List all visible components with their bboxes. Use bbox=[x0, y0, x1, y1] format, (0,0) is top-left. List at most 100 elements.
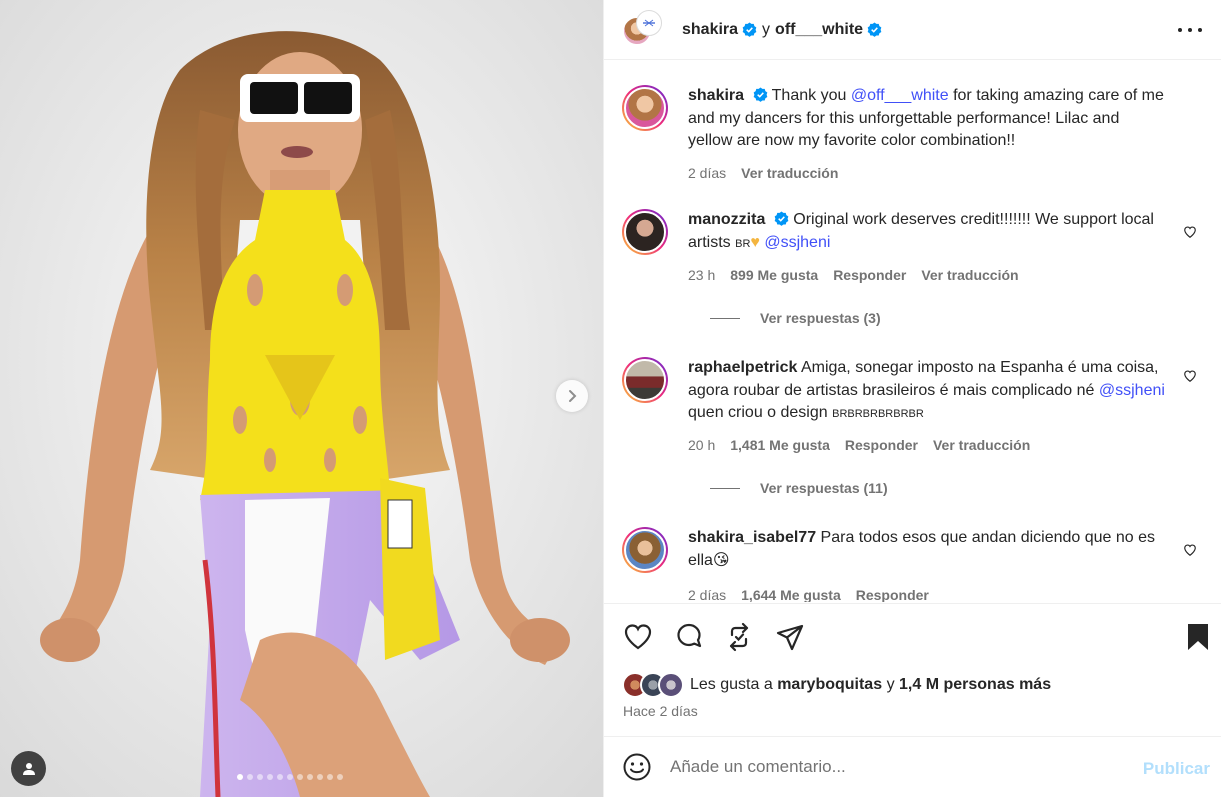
post-photo bbox=[0, 0, 603, 797]
flag-text: BRBRBRBRBRBR bbox=[832, 408, 924, 420]
avatar[interactable] bbox=[622, 357, 668, 403]
comment-composer: Publicar bbox=[604, 736, 1221, 797]
post-header: shakira y off___white bbox=[604, 0, 1221, 60]
carousel-dot bbox=[297, 774, 303, 780]
comment-time[interactable]: 2 días bbox=[688, 587, 726, 602]
post-time[interactable]: Hace 2 días bbox=[623, 703, 698, 719]
comment-text: raphaelpetrick Amiga, sonegar imposto na… bbox=[688, 357, 1168, 426]
carousel-dot bbox=[267, 774, 273, 780]
comment-text: manozzita Original work deserves credit!… bbox=[688, 209, 1168, 255]
avatar[interactable] bbox=[658, 672, 684, 698]
carousel-dot bbox=[327, 774, 333, 780]
comment-mention[interactable]: @ssjheni bbox=[764, 234, 830, 251]
post-authors: shakira y off___white bbox=[682, 21, 882, 39]
comment-meta: 23 h 899 Me gusta Responder Ver traducci… bbox=[688, 267, 1034, 283]
tagged-users-button[interactable] bbox=[11, 751, 46, 786]
comment-username[interactable]: shakira_isabel77 bbox=[688, 529, 816, 546]
comment-likes[interactable]: 1,481 Me gusta bbox=[730, 437, 830, 453]
reply-button[interactable]: Responder bbox=[856, 587, 929, 602]
avatar[interactable] bbox=[622, 527, 668, 573]
comment-likes[interactable]: 899 Me gusta bbox=[730, 267, 818, 283]
avatar[interactable] bbox=[622, 85, 668, 131]
carousel-dot bbox=[277, 774, 283, 780]
coauthor-username[interactable]: off___white bbox=[775, 21, 863, 39]
off-white-logo-icon bbox=[643, 19, 655, 26]
caption-prefix: Thank you bbox=[771, 87, 847, 104]
likes-and: y bbox=[886, 676, 895, 693]
comment-username[interactable]: raphaelpetrick bbox=[688, 359, 797, 376]
verified-badge-icon bbox=[742, 22, 757, 37]
comment-body-2: quen criou o design bbox=[688, 404, 828, 421]
chevron-right-icon bbox=[569, 390, 577, 402]
yellow-heart-icon: ♥ bbox=[750, 233, 760, 251]
next-slide-button[interactable] bbox=[556, 380, 588, 412]
likes-prefix: Les gusta a bbox=[690, 676, 773, 693]
reply-button[interactable]: Responder bbox=[845, 437, 918, 453]
comment-meta: 2 días 1,644 Me gusta Responder bbox=[688, 587, 944, 602]
post-media[interactable] bbox=[0, 0, 603, 797]
like-comment-icon[interactable] bbox=[1183, 369, 1197, 383]
carousel-indicator bbox=[237, 774, 343, 780]
comment-mention[interactable]: @ssjheni bbox=[1099, 382, 1165, 399]
view-replies-button[interactable]: Ver respuestas (11) bbox=[710, 480, 888, 496]
caption-meta: 2 días Ver traducción bbox=[688, 165, 853, 181]
translate-button[interactable]: Ver traducción bbox=[921, 267, 1018, 283]
caption-username[interactable]: shakira bbox=[688, 87, 744, 104]
comments-list[interactable]: shakira Thank you @off___white for takin… bbox=[604, 61, 1221, 602]
share-icon[interactable] bbox=[774, 621, 806, 653]
caption-text: shakira Thank you @off___white for takin… bbox=[688, 85, 1168, 153]
avatar[interactable] bbox=[636, 9, 662, 36]
verified-badge-icon bbox=[753, 87, 767, 102]
others-likes[interactable]: 1,4 M personas más bbox=[899, 676, 1051, 694]
more-options-button[interactable] bbox=[1178, 20, 1202, 40]
author-avatars[interactable] bbox=[622, 9, 666, 50]
conjunction: y bbox=[762, 20, 771, 38]
likes-summary: Les gusta a maryboquitas y 1,4 M persona… bbox=[622, 672, 1051, 698]
comment-time[interactable]: 20 h bbox=[688, 437, 715, 453]
carousel-dot bbox=[307, 774, 313, 780]
carousel-dot bbox=[257, 774, 263, 780]
comment-username[interactable]: manozzita bbox=[688, 211, 765, 228]
divider bbox=[710, 317, 740, 319]
translate-button[interactable]: Ver traducción bbox=[741, 165, 838, 181]
reply-button[interactable]: Responder bbox=[833, 267, 906, 283]
comment-meta: 20 h 1,481 Me gusta Responder Ver traduc… bbox=[688, 437, 1045, 453]
comment-likes[interactable]: 1,644 Me gusta bbox=[741, 587, 841, 602]
carousel-dot bbox=[337, 774, 343, 780]
avatar[interactable] bbox=[622, 209, 668, 255]
carousel-dot bbox=[317, 774, 323, 780]
comment-icon[interactable] bbox=[673, 621, 705, 653]
author-username[interactable]: shakira bbox=[682, 21, 738, 39]
like-comment-icon[interactable] bbox=[1183, 225, 1197, 239]
heart-icon[interactable] bbox=[622, 621, 654, 653]
emoji-icon[interactable] bbox=[622, 752, 652, 782]
translate-button[interactable]: Ver traducción bbox=[933, 437, 1030, 453]
like-comment-icon[interactable] bbox=[1183, 543, 1197, 557]
flag-text: BR bbox=[735, 237, 751, 250]
first-liker[interactable]: maryboquitas bbox=[777, 676, 882, 694]
verified-badge-icon bbox=[867, 22, 882, 37]
publish-button[interactable]: Publicar bbox=[1143, 759, 1210, 779]
comment-input[interactable] bbox=[670, 757, 1110, 777]
post-details-panel: shakira y off___white shakira Thank you … bbox=[603, 0, 1221, 797]
liker-avatars[interactable] bbox=[622, 672, 686, 698]
kiss-emoji: 😘 bbox=[712, 551, 730, 569]
post-dialog: shakira y off___white shakira Thank you … bbox=[0, 0, 1221, 797]
comment-text: shakira_isabel77 Para todos esos que and… bbox=[688, 527, 1168, 572]
bookmark-icon[interactable] bbox=[1182, 621, 1214, 653]
comment-time[interactable]: 23 h bbox=[688, 267, 715, 283]
caption-time[interactable]: 2 días bbox=[688, 165, 726, 181]
carousel-dot bbox=[237, 774, 243, 780]
carousel-dot bbox=[287, 774, 293, 780]
view-replies-label: Ver respuestas (3) bbox=[760, 310, 881, 326]
post-actions: Les gusta a maryboquitas y 1,4 M persona… bbox=[604, 603, 1221, 736]
caption-mention[interactable]: @off___white bbox=[851, 87, 949, 104]
divider bbox=[710, 487, 740, 489]
verified-badge-icon bbox=[774, 211, 789, 226]
view-replies-button[interactable]: Ver respuestas (3) bbox=[710, 310, 881, 326]
more-horizontal-icon bbox=[1178, 28, 1182, 32]
carousel-dot bbox=[247, 774, 253, 780]
view-replies-label: Ver respuestas (11) bbox=[760, 480, 888, 496]
repost-icon[interactable] bbox=[723, 621, 755, 653]
action-bar bbox=[622, 621, 1208, 653]
